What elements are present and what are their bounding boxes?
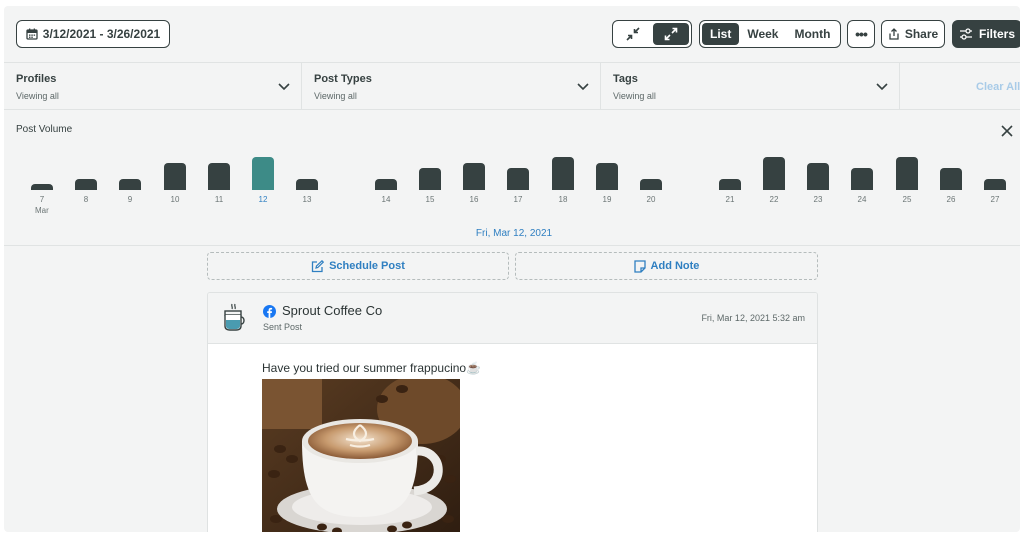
volume-tick-18: 18 xyxy=(558,195,568,204)
chevron-down-icon xyxy=(876,83,888,91)
view-list-tab[interactable]: List xyxy=(702,23,740,45)
post-card[interactable]: Sprout Coffee Co Sent Post Fri, Mar 12, … xyxy=(207,292,818,532)
volume-bar-20[interactable] xyxy=(640,179,662,190)
post-volume-panel: Post Volume 7 8 9 10 11 12 13 14 15 16 17 18 19 20 21 2… xyxy=(4,110,1020,246)
filter-title: Profiles xyxy=(16,73,57,85)
volume-bar-13[interactable] xyxy=(296,179,318,190)
add-note-button[interactable]: Add Note xyxy=(515,252,818,280)
volume-bar-10[interactable] xyxy=(164,162,186,190)
volume-tick-23: 23 xyxy=(813,195,823,204)
volume-tick-16: 16 xyxy=(469,195,479,204)
volume-bar-22[interactable] xyxy=(763,157,785,190)
post-volume-chart: 7 8 9 10 11 12 13 14 15 16 17 18 19 20 21 22 23 24 25 26 27 xyxy=(4,110,1020,246)
facebook-icon xyxy=(263,305,276,318)
more-options-button[interactable]: ••• xyxy=(847,20,875,48)
filter-row: Profiles Viewing all Post Types Viewing … xyxy=(4,62,1020,110)
volume-tick-13: 13 xyxy=(302,195,312,204)
collapse-button[interactable] xyxy=(615,23,651,45)
sliders-icon xyxy=(959,28,972,40)
volume-bar-18[interactable] xyxy=(552,157,574,190)
account-name[interactable]: Sprout Coffee Co xyxy=(282,303,382,318)
volume-tick-9: 9 xyxy=(127,195,133,204)
post-card-header: Sprout Coffee Co Sent Post Fri, Mar 12, … xyxy=(208,293,817,344)
schedule-post-label: Schedule Post xyxy=(329,260,405,272)
volume-bar-17[interactable] xyxy=(507,168,529,190)
volume-bar-21[interactable] xyxy=(719,179,741,190)
expand-icon xyxy=(664,27,678,41)
coffee-image xyxy=(262,379,460,532)
note-icon xyxy=(633,259,646,273)
volume-tick-10: 10 xyxy=(170,195,180,204)
post-timestamp: Fri, Mar 12, 2021 5:32 am xyxy=(701,313,805,323)
volume-bar-14[interactable] xyxy=(375,179,397,190)
date-range-button[interactable]: 3/12/2021 - 3/26/2021 xyxy=(16,20,170,48)
chevron-down-icon xyxy=(577,83,589,91)
filter-subtitle: Viewing all xyxy=(16,91,59,101)
volume-bar-26[interactable] xyxy=(940,168,962,190)
view-switcher: List Week Month xyxy=(699,20,841,48)
more-icon: ••• xyxy=(855,26,868,42)
volume-tick-19: 19 xyxy=(602,195,612,204)
filter-subtitle: Viewing all xyxy=(314,91,357,101)
volume-bar-16[interactable] xyxy=(463,162,485,190)
filters-button[interactable]: Filters xyxy=(952,20,1020,48)
add-note-label: Add Note xyxy=(650,260,700,272)
volume-bar-11[interactable] xyxy=(208,162,230,190)
volume-tick-12: 12 xyxy=(258,195,268,204)
volume-bar-8[interactable] xyxy=(75,179,97,190)
volume-bar-23[interactable] xyxy=(807,162,829,190)
profiles-filter[interactable]: Profiles Viewing all xyxy=(4,63,302,109)
view-month-tab[interactable]: Month xyxy=(786,23,838,45)
coffee-cup-avatar-icon xyxy=(224,303,245,331)
volume-bar-9[interactable] xyxy=(119,179,141,190)
post-status: Sent Post xyxy=(263,322,303,332)
schedule-post-button[interactable]: Schedule Post xyxy=(207,252,509,280)
volume-bar-15[interactable] xyxy=(419,168,441,190)
volume-tick-17: 17 xyxy=(513,195,523,204)
share-icon xyxy=(889,28,899,40)
month-label: Mar xyxy=(35,206,49,215)
view-week-tab[interactable]: Week xyxy=(739,23,786,45)
expand-toggle xyxy=(612,20,692,48)
volume-tick-20: 20 xyxy=(646,195,656,204)
volume-bar-12[interactable] xyxy=(252,157,274,190)
expand-button[interactable] xyxy=(653,23,689,45)
volume-bar-7[interactable] xyxy=(31,184,53,190)
volume-tick-22: 22 xyxy=(769,195,779,204)
volume-tick-14: 14 xyxy=(381,195,391,204)
filter-title: Post Types xyxy=(314,73,372,85)
chevron-down-icon xyxy=(278,83,290,91)
volume-bar-19[interactable] xyxy=(596,162,618,190)
toolbar: 3/12/2021 - 3/26/2021 List Week Month ••… xyxy=(4,6,1020,62)
volume-tick-25: 25 xyxy=(902,195,912,204)
volume-tick-27: 27 xyxy=(990,195,1000,204)
collapse-icon xyxy=(626,27,640,41)
selected-date-label: Fri, Mar 12, 2021 xyxy=(475,228,553,239)
volume-bar-24[interactable] xyxy=(851,168,873,190)
filter-subtitle: Viewing all xyxy=(613,91,656,101)
share-label: Share xyxy=(904,27,939,41)
share-button[interactable]: Share xyxy=(881,20,945,48)
volume-tick-15: 15 xyxy=(425,195,435,204)
post-types-filter[interactable]: Post Types Viewing all xyxy=(302,63,601,109)
volume-tick-21: 21 xyxy=(725,195,735,204)
volume-tick-26: 26 xyxy=(946,195,956,204)
tags-filter[interactable]: Tags Viewing all xyxy=(601,63,900,109)
post-text: Have you tried our summer frappucino☕ xyxy=(262,361,482,375)
calendar-icon xyxy=(26,28,38,40)
volume-bar-25[interactable] xyxy=(896,157,918,190)
clear-all-button[interactable]: Clear All xyxy=(976,81,1020,93)
volume-tick-7: 7 xyxy=(39,195,45,204)
filter-title: Tags xyxy=(613,73,638,85)
date-range-label: 3/12/2021 - 3/26/2021 xyxy=(42,27,161,41)
filters-label: Filters xyxy=(978,27,1015,41)
volume-tick-24: 24 xyxy=(857,195,867,204)
volume-bar-27[interactable] xyxy=(984,179,1006,190)
app-window: 3/12/2021 - 3/26/2021 List Week Month ••… xyxy=(4,6,1020,532)
volume-tick-8: 8 xyxy=(83,195,89,204)
compose-icon xyxy=(311,259,325,272)
volume-tick-11: 11 xyxy=(214,195,224,204)
